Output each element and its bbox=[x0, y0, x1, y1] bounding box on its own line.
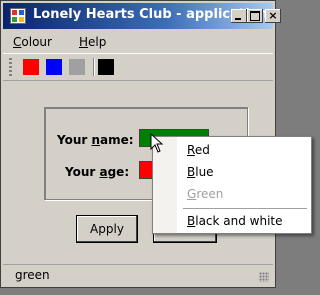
maximize-icon bbox=[250, 11, 260, 21]
apply-button[interactable]: Apply bbox=[76, 215, 138, 243]
maximize-button[interactable] bbox=[247, 9, 263, 23]
age-label-mnemonic: a bbox=[99, 165, 108, 179]
minimize-button[interactable] bbox=[231, 9, 247, 23]
context-menu-separator bbox=[183, 208, 307, 209]
app-icon[interactable] bbox=[10, 8, 26, 24]
context-item-red-mnemonic: R bbox=[187, 143, 195, 157]
age-label: Your age: bbox=[65, 165, 129, 179]
context-item-green-label: reen bbox=[196, 187, 224, 201]
context-item-green: Green bbox=[187, 187, 223, 201]
name-label-pre: Your bbox=[57, 133, 92, 147]
menu-colour[interactable]: Colour bbox=[13, 35, 52, 49]
status-bar: green bbox=[3, 264, 273, 285]
title-bar[interactable]: Lonely Hearts Club - application × bbox=[3, 3, 281, 29]
menu-colour-label: olour bbox=[21, 35, 52, 49]
blue-swatch-button[interactable] bbox=[46, 59, 62, 75]
context-item-green-mnemonic: G bbox=[187, 187, 197, 201]
status-text: green bbox=[15, 268, 50, 282]
name-label: Your name: bbox=[57, 133, 134, 147]
red-swatch-button[interactable] bbox=[23, 59, 39, 75]
context-item-red[interactable]: Red bbox=[187, 143, 210, 157]
menu-help-label: elp bbox=[88, 35, 107, 49]
close-icon: × bbox=[268, 9, 278, 22]
toolbar-separator bbox=[93, 58, 95, 76]
context-item-red-label: ed bbox=[194, 143, 210, 157]
context-menu: Red Blue Green Black and white bbox=[152, 136, 312, 234]
mouse-pointer-icon bbox=[150, 133, 164, 153]
resize-grip[interactable] bbox=[259, 272, 269, 282]
context-item-black-and-white-label: lack and white bbox=[195, 214, 283, 228]
minimize-icon bbox=[235, 18, 241, 20]
age-label-post: ge: bbox=[107, 165, 130, 179]
name-label-post: ame: bbox=[100, 133, 134, 147]
age-label-pre: Your bbox=[65, 165, 100, 179]
gray-swatch-button[interactable] bbox=[69, 59, 85, 75]
toolbar-grip[interactable] bbox=[9, 58, 12, 76]
menu-help-mnemonic: H bbox=[79, 35, 89, 49]
name-label-mnemonic: n bbox=[91, 133, 101, 147]
apply-button-label: Apply bbox=[90, 222, 124, 236]
menu-help[interactable]: Help bbox=[79, 35, 106, 49]
black-swatch-button[interactable] bbox=[98, 59, 114, 75]
context-item-black-and-white[interactable]: Black and white bbox=[187, 214, 283, 228]
context-item-blue-label: lue bbox=[195, 165, 214, 179]
menu-bar: Colour Help bbox=[3, 31, 273, 51]
context-item-blue-mnemonic: B bbox=[187, 165, 196, 179]
toolbar bbox=[3, 53, 273, 81]
context-item-blue[interactable]: Blue bbox=[187, 165, 214, 179]
context-item-black-and-white-mnemonic: B bbox=[187, 214, 196, 228]
close-button[interactable]: × bbox=[265, 9, 281, 23]
